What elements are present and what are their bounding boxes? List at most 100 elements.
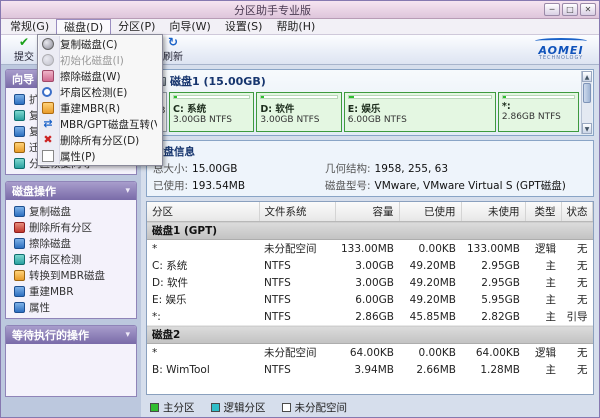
migrate-os-wizard-icon (14, 142, 25, 153)
delete-partitions-icon (14, 222, 25, 233)
cell: 0.00KB (399, 240, 461, 258)
scrollbar-thumb[interactable] (583, 83, 591, 103)
cell: 3.00GB (335, 257, 399, 274)
disk-area-scrollbar[interactable]: ▲ ▼ (581, 71, 592, 134)
cell: 2.82GB (461, 308, 525, 326)
logical-partition-swatch (211, 403, 220, 412)
menu-item-copy-disk[interactable]: 复制磁盘(C) (39, 36, 161, 52)
col-unused[interactable]: 未使用 (461, 202, 525, 222)
pending-operations-panel: 等待执行的操作 ▾ (5, 325, 137, 397)
menu-item-properties[interactable]: 属性(P) (39, 148, 161, 164)
scroll-down-icon[interactable]: ▼ (582, 123, 592, 134)
menu-wizard[interactable]: 向导(W) (162, 19, 217, 34)
menu-partition[interactable]: 分区(P) (111, 19, 162, 34)
menu-help[interactable]: 帮助(H) (269, 19, 322, 34)
cell: 未分配空间 (259, 344, 335, 362)
legend-primary: 主分区 (150, 400, 195, 415)
cell: NTFS (259, 291, 335, 308)
menu-general[interactable]: 常规(G) (3, 19, 56, 34)
menu-item-convert-mbr-gpt[interactable]: ⇄ MBR/GPT磁盘互转(V) (39, 116, 161, 132)
partition-table-container: 分区 文件系统 容量 已使用 未使用 类型 状态 磁盘1 (GPT) (146, 201, 594, 395)
copy-disk-icon (42, 38, 54, 50)
rebuild-mbr-icon (42, 102, 54, 114)
sidebar-item-bad-sector-test[interactable]: 坏扇区检测 (8, 251, 134, 267)
cell: 无 (561, 257, 593, 274)
cell: 无 (561, 344, 593, 362)
copy-partition-wizard-icon (14, 110, 25, 121)
cell: 5.95GB (461, 291, 525, 308)
cell: NTFS (259, 361, 335, 378)
menu-item-delete-all-partitions[interactable]: ✖ 删除所有分区(D) (39, 132, 161, 148)
initialize-disk-icon (42, 54, 54, 66)
col-partition[interactable]: 分区 (147, 202, 259, 222)
app-window: 分区助手专业版 ─ □ ✕ 常规(G) 磁盘(D) 分区(P) 向导(W) 设置… (0, 0, 600, 418)
cell: 1.28MB (461, 361, 525, 378)
partition-block-c[interactable]: C: 系统 3.00GB NTFS (169, 92, 254, 132)
legend-unallocated: 未分配空间 (282, 400, 348, 415)
window-title: 分区助手专业版 (1, 2, 544, 18)
cell: 0.00KB (399, 344, 461, 362)
disk-geometry: 几何结构:1958, 255, 63 (325, 161, 587, 176)
cell: 133.00MB (461, 240, 525, 258)
unallocated-space-swatch (282, 403, 291, 412)
table-row[interactable]: * 未分配空间 64.00KB 0.00KB 64.00KB 逻辑 无 (147, 344, 593, 362)
pending-operations-panel-title: 等待执行的操作 (12, 327, 89, 343)
cell: 无 (561, 274, 593, 291)
col-capacity[interactable]: 容量 (335, 202, 399, 222)
sidebar-item-wipe-disk[interactable]: 擦除磁盘 (8, 235, 134, 251)
cell: 45.85MB (399, 308, 461, 326)
menu-settings[interactable]: 设置(S) (218, 19, 270, 34)
disk-info-title: 磁盘信息 (153, 144, 587, 159)
col-status[interactable]: 状态 (561, 202, 593, 222)
table-row[interactable]: *: NTFS 2.86GB 45.85MB 2.82GB 主 引导 (147, 308, 593, 326)
partition-block-star[interactable]: *: 2.86GB NTFS (498, 92, 579, 132)
legend-logical: 逻辑分区 (211, 400, 266, 415)
sidebar-item-rebuild-mbr[interactable]: 重建MBR (8, 283, 134, 299)
wizards-panel-title: 向导 (12, 71, 34, 87)
scroll-up-icon[interactable]: ▲ (582, 71, 592, 82)
minimize-button[interactable]: ─ (544, 3, 560, 16)
sidebar-item-copy-disk[interactable]: 复制磁盘 (8, 203, 134, 219)
table-row[interactable]: * 未分配空间 133.00MB 0.00KB 133.00MB 逻辑 无 (147, 240, 593, 258)
cell: 133.00MB (335, 240, 399, 258)
cell: 3.94MB (335, 361, 399, 378)
table-row[interactable]: D: 软件 NTFS 3.00GB 49.20MB 2.95GB 主 无 (147, 274, 593, 291)
col-type[interactable]: 类型 (525, 202, 561, 222)
delete-partitions-icon: ✖ (42, 134, 54, 146)
disk-model: 磁盘型号:VMware, VMware Virtual S (GPT磁盘) (325, 178, 587, 193)
table-row[interactable]: C: 系统 NTFS 3.00GB 49.20MB 2.95GB 主 无 (147, 257, 593, 274)
menu-item-initialize-disk[interactable]: 初始化磁盘(I) (39, 52, 161, 68)
cell: 引导 (561, 308, 593, 326)
window-controls: ─ □ ✕ (544, 3, 596, 16)
table-row[interactable]: E: 娱乐 NTFS 6.00GB 49.20MB 5.95GB 主 无 (147, 291, 593, 308)
title-bar[interactable]: 分区助手专业版 ─ □ ✕ (1, 1, 599, 19)
disk1-group-row[interactable]: 磁盘1 (GPT) (147, 222, 593, 240)
sidebar-item-properties[interactable]: 属性 (8, 299, 134, 315)
pending-operations-panel-header[interactable]: 等待执行的操作 ▾ (6, 326, 136, 344)
cell: *: (147, 308, 259, 326)
collapse-icon: ▾ (125, 330, 130, 340)
disk2-group-row[interactable]: 磁盘2 (147, 326, 593, 344)
disk-total-size: 总大小:15.00GB (153, 161, 325, 176)
sidebar-item-delete-all-partitions[interactable]: 删除所有分区 (8, 219, 134, 235)
col-used[interactable]: 已使用 (399, 202, 461, 222)
maximize-button[interactable]: □ (562, 3, 578, 16)
menu-disk[interactable]: 磁盘(D) (56, 19, 111, 34)
disk-operations-panel-header[interactable]: 磁盘操作 ▾ (6, 182, 136, 200)
col-filesystem[interactable]: 文件系统 (259, 202, 335, 222)
cell: 无 (561, 291, 593, 308)
table-row[interactable]: B: WimTool NTFS 3.94MB 2.66MB 1.28MB 主 无 (147, 361, 593, 378)
partition-block-e[interactable]: E: 娱乐 6.00GB NTFS (344, 92, 496, 132)
cell: 主 (525, 291, 561, 308)
menu-item-surface-test[interactable]: 坏扇区检测(E) (39, 84, 161, 100)
bad-sector-test-icon (14, 254, 25, 265)
cell: NTFS (259, 274, 335, 291)
menu-item-rebuild-mbr[interactable]: 重建MBR(R) (39, 100, 161, 116)
partition-block-d[interactable]: D: 软件 3.00GB NTFS (256, 92, 341, 132)
sidebar-item-convert-to-mbr[interactable]: 转换到MBR磁盘 (8, 267, 134, 283)
close-button[interactable]: ✕ (580, 3, 596, 16)
used-gauge (173, 95, 250, 99)
submit-check-icon: ✔ (19, 36, 29, 48)
refresh-label: 刷新 (163, 48, 183, 63)
menu-item-wipe-disk[interactable]: 擦除磁盘(W) (39, 68, 161, 84)
